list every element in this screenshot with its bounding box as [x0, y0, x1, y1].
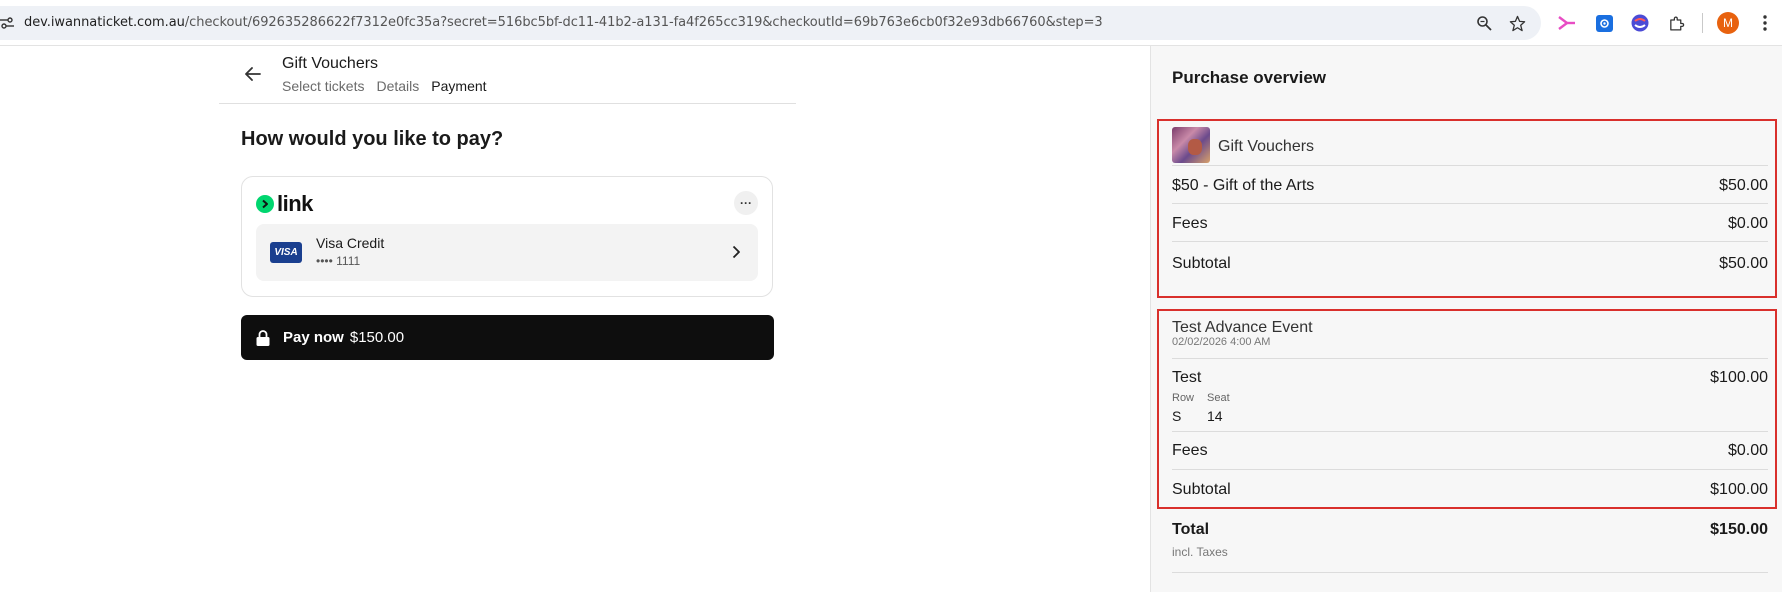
voucher-item-label: $50 - Gift of the Arts: [1172, 177, 1315, 194]
voucher-fees-label: Fees: [1172, 215, 1208, 232]
link-payment-card: link ··· VISA Visa Credit •••• 1111: [241, 176, 773, 297]
pay-now-button[interactable]: Pay now $150.00: [241, 315, 774, 360]
event-date: 02/02/2026 4:00 AM: [1172, 336, 1271, 348]
total-row: Total $150.00 incl. Taxes: [1172, 521, 1768, 573]
link-arrow-icon: [256, 195, 274, 213]
vouchers-header-row: Gift Vouchers: [1172, 121, 1768, 166]
star-icon[interactable]: [1506, 12, 1528, 34]
step-details[interactable]: Details: [376, 78, 419, 94]
step-select-tickets[interactable]: Select tickets: [282, 78, 364, 94]
payment-heading: How would you like to pay?: [241, 128, 504, 150]
event-fees-value: $0.00: [1727, 442, 1768, 459]
checkout-steps: Select tickets Details Payment: [282, 78, 487, 94]
event-subtotal-row: Subtotal $100.00: [1172, 470, 1768, 508]
menu-dots-icon[interactable]: [1754, 12, 1776, 34]
browser-toolbar: dev.iwannaticket.com.au/checkout/6926352…: [0, 0, 1782, 46]
event-fees-row: Fees $0.00: [1172, 432, 1768, 470]
address-bar[interactable]: dev.iwannaticket.com.au/checkout/6926352…: [0, 6, 1541, 40]
extension-arrow-icon[interactable]: [1556, 12, 1578, 34]
row-value: S: [1172, 408, 1182, 424]
extension-gear-icon[interactable]: [1593, 12, 1615, 34]
puzzle-icon[interactable]: [1665, 12, 1687, 34]
event-subtotal-label: Subtotal: [1172, 481, 1231, 498]
event-name: Test Advance Event: [1172, 319, 1313, 336]
ticket-row: Test $100.00 Row Seat S 14: [1172, 359, 1768, 432]
url-path: /checkout/692635286622f7312e0fc35a?secre…: [184, 15, 1103, 30]
card-name: Visa Credit: [316, 235, 385, 251]
url-text[interactable]: dev.iwannaticket.com.au/checkout/6926352…: [24, 15, 1103, 30]
event-tickets-group: Test Advance Event 02/02/2026 4:00 AM Te…: [1157, 309, 1777, 509]
ticket-label: Test: [1172, 369, 1202, 386]
purchase-overview-title: Purchase overview: [1172, 68, 1327, 87]
visa-card-icon: VISA: [270, 242, 302, 263]
voucher-subtotal-value: $50.00: [1719, 255, 1768, 272]
pay-now-amount: $150.00: [349, 329, 405, 346]
step-payment[interactable]: Payment: [431, 78, 486, 94]
total-value: $150.00: [1710, 521, 1768, 538]
seat-value: 14: [1207, 408, 1223, 424]
ticket-value: $100.00: [1710, 369, 1768, 386]
event-fees-label: Fees: [1172, 442, 1208, 459]
zoom-icon[interactable]: [1473, 12, 1495, 34]
url-domain: dev.iwannaticket.com.au: [24, 15, 185, 30]
voucher-subtotal-label: Subtotal: [1172, 255, 1231, 272]
checkout-header: Gift Vouchers Select tickets Details Pay…: [219, 46, 796, 104]
profile-avatar[interactable]: M: [1717, 12, 1739, 34]
pay-now-label: Pay now: [283, 329, 344, 346]
chevron-right-icon: [732, 245, 740, 259]
voucher-fees-row: Fees $0.00: [1172, 204, 1768, 242]
checkout-event-title: Gift Vouchers: [282, 55, 379, 72]
voucher-item-row: $50 - Gift of the Arts $50.00: [1172, 166, 1768, 204]
card-number: •••• 1111: [316, 254, 361, 268]
event-subtotal-value: $100.00: [1710, 481, 1768, 498]
gift-vouchers-group: Gift Vouchers $50 - Gift of the Arts $50…: [1157, 119, 1777, 298]
back-arrow-icon[interactable]: [243, 64, 263, 84]
link-wordmark: link: [277, 191, 313, 216]
voucher-subtotal-row: Subtotal $50.00: [1172, 242, 1768, 280]
row-heading: Row: [1172, 392, 1195, 404]
saved-card-row[interactable]: VISA Visa Credit •••• 1111: [256, 224, 758, 281]
purchase-overview-panel: Purchase overview Gift Vouchers $50 - Gi…: [1150, 46, 1782, 592]
vouchers-title: Gift Vouchers: [1218, 138, 1315, 155]
event-header-row: Test Advance Event 02/02/2026 4:00 AM: [1172, 311, 1768, 359]
voucher-fees-value: $0.00: [1727, 215, 1768, 232]
seat-heading: Seat: [1207, 392, 1230, 404]
link-logo: link: [256, 191, 313, 217]
taxes-note: incl. Taxes: [1172, 545, 1228, 559]
voucher-thumbnail: [1172, 127, 1210, 163]
lock-icon: [256, 329, 270, 346]
tune-icon[interactable]: [0, 16, 14, 30]
voucher-item-value: $50.00: [1719, 177, 1768, 194]
more-options-button[interactable]: ···: [734, 191, 758, 215]
toolbar-divider: [1702, 13, 1703, 33]
extension-swirl-icon[interactable]: [1629, 12, 1651, 34]
total-label: Total: [1172, 521, 1210, 538]
